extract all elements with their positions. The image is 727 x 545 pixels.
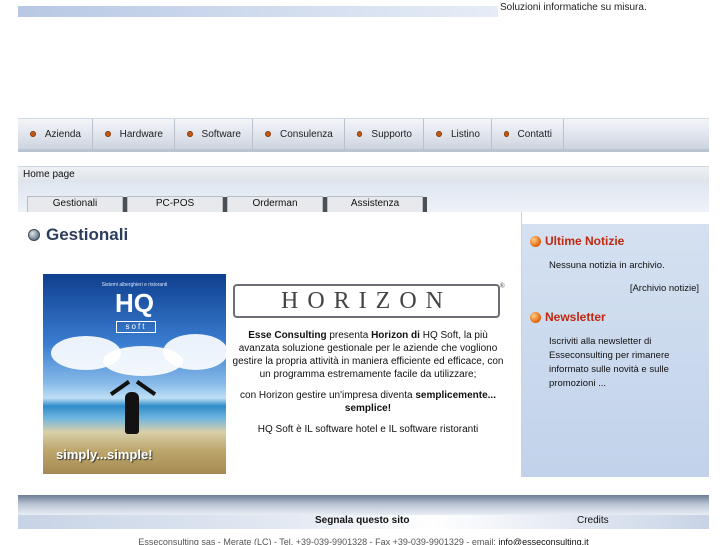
header-decorative-bar (18, 6, 498, 17)
nav-label: Supporto (371, 128, 412, 140)
news-heading: Ultime Notizie (530, 234, 624, 248)
nav-label: Hardware (119, 128, 163, 140)
footer-contact-info: Esseconsulting sas - Merate (LC) - Tel. … (0, 537, 727, 545)
cloud-shape (163, 334, 226, 370)
bullet-icon (187, 131, 193, 137)
footer-links-bar: Segnala questo sito Credits (18, 515, 709, 529)
registered-mark: ® (499, 282, 505, 290)
bullet-icon (30, 131, 36, 137)
nav-item-consulenza[interactable]: Consulenza (253, 119, 345, 149)
promo-soft-label: soft (116, 321, 156, 333)
nav-item-contatti[interactable]: Contatti (492, 119, 564, 149)
bullet-icon (504, 131, 509, 137)
bullet-icon (105, 131, 111, 137)
promo-brand: HQ (115, 288, 154, 318)
hq-soft-promo-image: Sistemi alberghieri e ristoranti HQ soft… (43, 274, 226, 474)
product-description: Esse Consulting presenta Horizon di HQ S… (228, 329, 508, 444)
nav-label: Azienda (44, 128, 81, 140)
bullet-icon (436, 131, 442, 137)
horizon-logo: HORIZON ® (233, 282, 505, 318)
tab-orderman[interactable]: Orderman (227, 196, 327, 212)
tab-gestionali[interactable]: Gestionali (27, 196, 127, 212)
nav-label: Listino (451, 128, 480, 140)
company-name: Esse Consulting (248, 330, 327, 341)
tab-assistenza[interactable]: Assistenza (327, 196, 427, 212)
nav-item-software[interactable]: Software (175, 119, 253, 149)
description-paragraph-2: con Horizon gestire un'impresa diventa s… (228, 389, 508, 415)
breadcrumb-bar: Home page (18, 166, 709, 182)
horizon-logo-text: HORIZON (281, 287, 452, 314)
bullet-icon (357, 131, 363, 137)
news-bullet-icon (530, 235, 541, 247)
globe-icon (28, 229, 40, 241)
person-silhouette (125, 392, 139, 434)
sidebar: Ultime Notizie Nessuna notizia in archiv… (522, 224, 709, 477)
person-arm-right (135, 380, 157, 396)
footer-decorative-bar (18, 495, 709, 515)
bullet-icon (265, 131, 271, 137)
newsletter-text[interactable]: Iscriviti alla newsletter di Esseconsult… (549, 335, 704, 391)
tab-pc-pos[interactable]: PC-POS (127, 196, 227, 212)
product-name: Horizon di (371, 330, 420, 341)
main-navigation: Azienda Hardware Software Consulenza Sup… (18, 118, 709, 152)
news-empty-text: Nessuna notizia in archivio. (549, 260, 665, 271)
text-presenta: presenta (326, 330, 372, 341)
newsletter-heading: Newsletter (530, 310, 606, 324)
credits-link[interactable]: Credits (577, 515, 609, 527)
news-heading-text: Ultime Notizie (545, 234, 625, 248)
nav-item-listino[interactable]: Listino (424, 119, 492, 149)
footer-contact-text: Esseconsulting sas - Merate (LC) - Tel. … (138, 537, 499, 545)
nav-label: Contatti (517, 128, 552, 140)
promo-slogan: simply...simple! (56, 447, 153, 462)
page-title: Gestionali (28, 225, 128, 245)
footer-email-link[interactable]: info@esseconsulting.it (498, 537, 588, 545)
nav-label: Software (201, 128, 241, 140)
nav-label: Consulenza (280, 128, 333, 140)
description-paragraph-3: HQ Soft è IL software hotel e IL softwar… (257, 424, 479, 435)
news-archive-link[interactable]: [Archivio notizie] (630, 283, 699, 294)
newsletter-heading-text: Newsletter (545, 310, 606, 324)
slogan-text: con Horizon gestire un'impresa diventa (240, 390, 416, 401)
page-title-text: Gestionali (46, 225, 129, 244)
breadcrumb[interactable]: Home page (23, 169, 75, 180)
signal-site-link[interactable]: Segnala questo sito (315, 515, 409, 527)
newsletter-bullet-icon (530, 311, 541, 323)
nav-item-supporto[interactable]: Supporto (345, 119, 424, 149)
main-content: Gestionali Sistemi alberghieri e ristora… (18, 212, 522, 477)
nav-item-hardware[interactable]: Hardware (93, 119, 175, 149)
nav-item-azienda[interactable]: Azienda (18, 119, 93, 149)
header-tagline: Soluzioni informatiche su misura. (500, 2, 647, 13)
description-paragraph-1: Esse Consulting presenta Horizon di HQ S… (228, 329, 508, 381)
